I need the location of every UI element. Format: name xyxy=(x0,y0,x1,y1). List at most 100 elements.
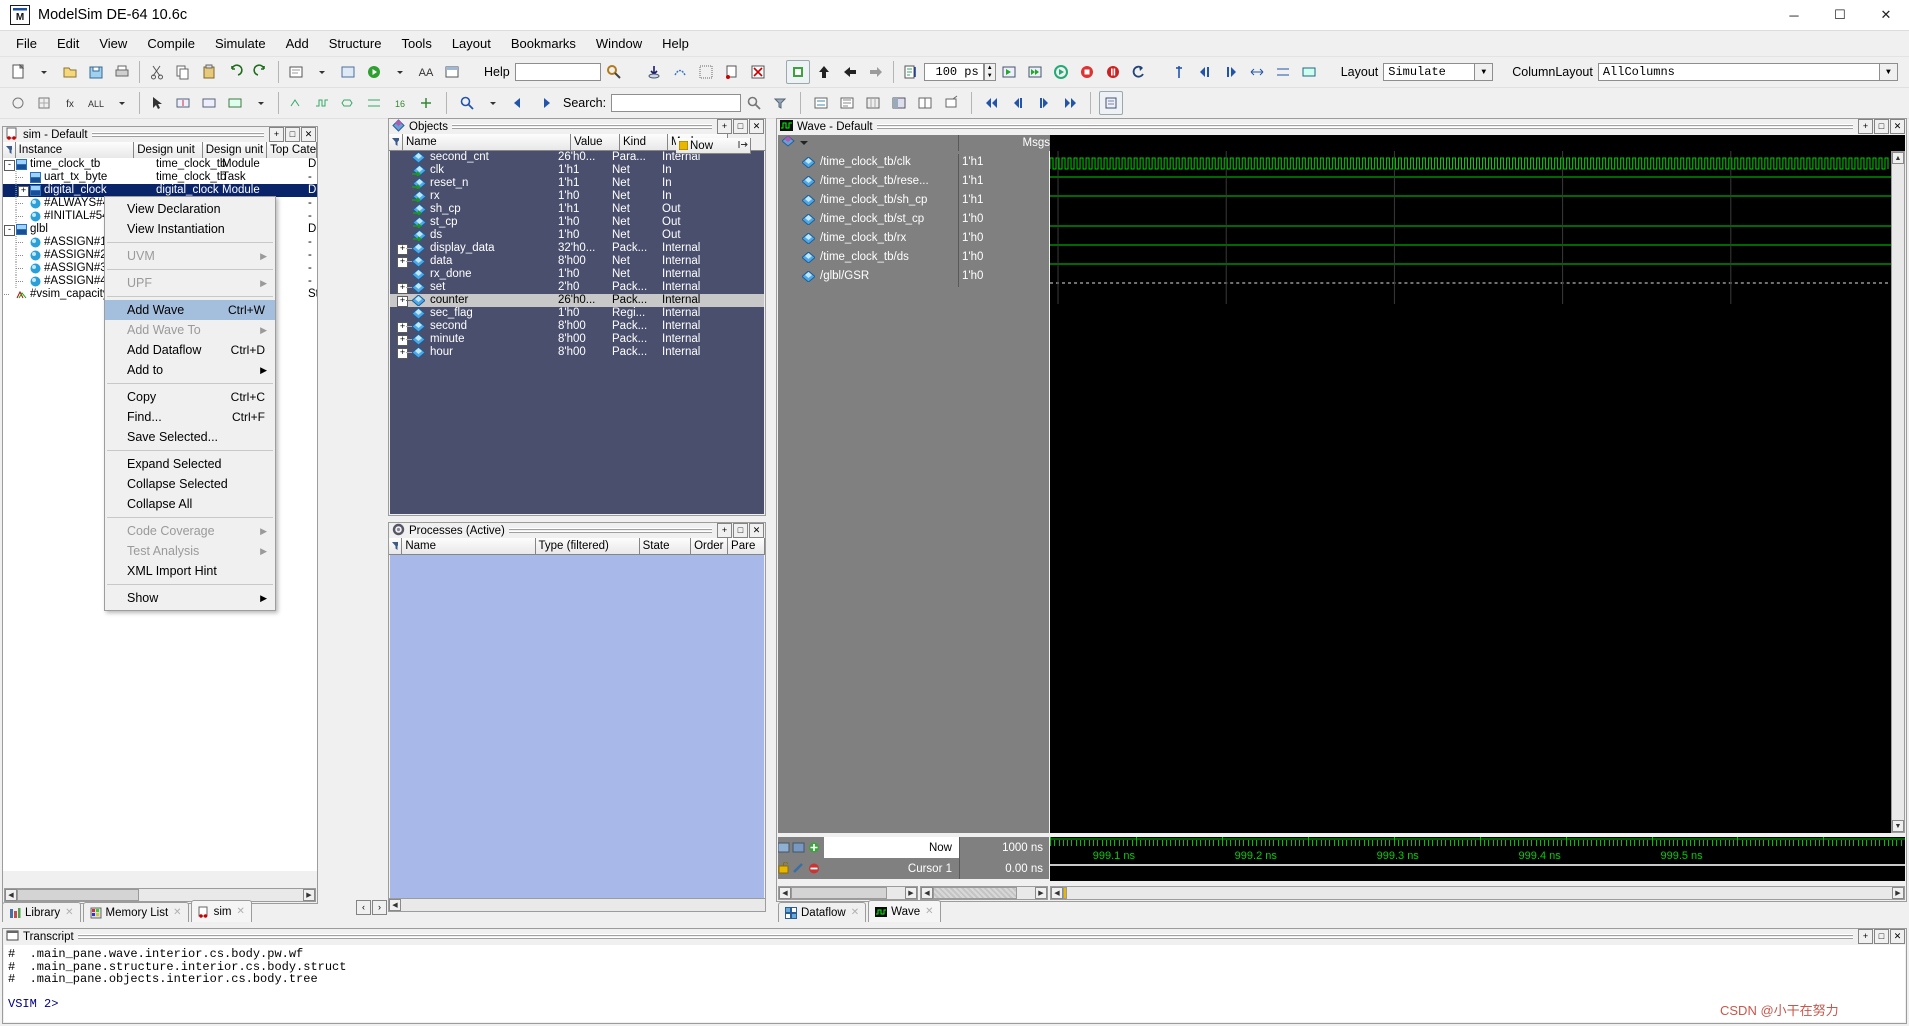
sim-col-1[interactable]: Design unit xyxy=(134,142,203,158)
objects-row[interactable]: ds 1'h0 Net Out xyxy=(390,229,764,242)
wave-canvas-hscroll-right-button[interactable]: ▶ xyxy=(1892,887,1904,899)
menu-help[interactable]: Help xyxy=(652,33,699,54)
waveform-dock-icon[interactable] xyxy=(887,91,911,115)
objects-row[interactable]: clk 1'h1 Net In xyxy=(390,164,764,177)
redo-icon[interactable] xyxy=(249,60,273,84)
insert-cursor-icon[interactable] xyxy=(1167,60,1191,84)
wave-vscroll-down-button[interactable]: ▼ xyxy=(1892,820,1904,832)
objects-row[interactable]: + set 2'h0 Pack... Internal xyxy=(390,281,764,294)
objects-row[interactable]: rx 1'h0 Net In xyxy=(390,190,764,203)
context-menu-item-expand-selected[interactable]: Expand Selected xyxy=(105,454,275,474)
chevron-down-icon-layout[interactable]: ▼ xyxy=(1474,64,1493,80)
restart-icon[interactable] xyxy=(720,60,744,84)
compile-icon[interactable] xyxy=(284,60,308,84)
run-icon[interactable] xyxy=(997,60,1021,84)
objects-row[interactable]: + counter 26'h0... Pack... Internal xyxy=(390,294,764,307)
objects-row[interactable]: rx_done 1'h0 Net Internal xyxy=(390,268,764,281)
chevron-down-icon-new[interactable] xyxy=(32,60,56,84)
waveform-undock-icon[interactable] xyxy=(939,91,963,115)
wave-canvas[interactable] xyxy=(1050,151,1891,833)
run-length-icon[interactable] xyxy=(899,60,923,84)
proc-col-4[interactable]: Pare xyxy=(728,538,765,554)
proc-col-1[interactable]: Type (filtered) xyxy=(535,538,640,554)
expand-signal-icon[interactable] xyxy=(1245,60,1269,84)
wave-signal-row[interactable]: /time_clock_tb/rx 1'h0 xyxy=(778,230,1049,249)
menu-window[interactable]: Window xyxy=(586,33,652,54)
sim-panel-close-button[interactable]: ✕ xyxy=(301,127,316,142)
window-list-icon[interactable] xyxy=(440,60,464,84)
obj-col-1[interactable]: Value xyxy=(571,134,620,150)
simulate-again-icon[interactable] xyxy=(785,60,810,84)
cursor-select-icon[interactable] xyxy=(6,91,30,115)
transcript-body[interactable]: # .main_pane.wave.interior.cs.body.pw.wf… xyxy=(4,945,1905,1022)
find-prev-icon[interactable] xyxy=(1193,60,1217,84)
objects-row[interactable]: + second 8'h00 Pack... Internal xyxy=(390,320,764,333)
objects-row-expander[interactable]: + xyxy=(397,296,408,307)
left-tabs-next-button[interactable]: › xyxy=(372,900,387,915)
edit-format-icon[interactable]: fx xyxy=(58,91,82,115)
undo-icon[interactable] xyxy=(223,60,247,84)
objects-list[interactable]: second_cnt 26'h0... Para... Internal clk 1'h1… xyxy=(390,151,764,514)
wave-signal-row[interactable]: /glbl/GSR 1'h0 xyxy=(778,268,1049,287)
find-icon[interactable] xyxy=(455,91,479,115)
objects-panel-close-button[interactable]: ✕ xyxy=(749,119,764,134)
center-hscrollbar[interactable]: ◀ xyxy=(388,898,766,912)
objects-row[interactable]: sec_flag 1'h0 Regi... Internal xyxy=(390,307,764,320)
close-button[interactable]: ✕ xyxy=(1863,0,1909,30)
sim-col-3[interactable]: Top Categor xyxy=(267,142,317,158)
compile-all-icon[interactable] xyxy=(336,60,360,84)
wave-signal-row[interactable]: /time_clock_tb/st_cp 1'h0 xyxy=(778,211,1049,230)
left-tab-sim[interactable]: sim ✕ xyxy=(190,900,252,922)
wave-vscroll-track[interactable] xyxy=(1892,164,1904,820)
menu-file[interactable]: File xyxy=(6,33,47,54)
break-sim-icon[interactable] xyxy=(1101,60,1125,84)
step-over-icon[interactable] xyxy=(668,60,692,84)
delete-wave-icon[interactable] xyxy=(746,60,770,84)
context-menu[interactable]: View Declaration View Instantiation UVM ▶ UP… xyxy=(104,196,276,611)
prev-step-icon[interactable] xyxy=(1006,91,1030,115)
left-tabs-prev-button[interactable]: ‹ xyxy=(356,900,371,915)
tree-expander[interactable]: - xyxy=(4,160,15,171)
chevron-down-icon-find[interactable] xyxy=(481,91,505,115)
new-file-icon[interactable] xyxy=(6,60,30,84)
right-tab-dataflow[interactable]: Dataflow ✕ xyxy=(778,902,867,922)
tab-close-icon[interactable]: ✕ xyxy=(65,907,73,918)
tab-close-icon[interactable]: ✕ xyxy=(851,907,859,918)
left-tab-library[interactable]: Library ✕ xyxy=(2,902,81,922)
find-next2-icon[interactable] xyxy=(533,91,557,115)
context-menu-item-view-declaration[interactable]: View Declaration xyxy=(105,199,275,219)
proc-col-3[interactable]: Order xyxy=(691,538,729,554)
context-menu-item-view-instantiation[interactable]: View Instantiation xyxy=(105,219,275,239)
wave-signal-row[interactable]: /time_clock_tb/ds 1'h0 xyxy=(778,249,1049,268)
zoom-in-wave-icon[interactable] xyxy=(171,91,195,115)
waveform-list-icon[interactable] xyxy=(835,91,859,115)
find-next-icon[interactable] xyxy=(1219,60,1243,84)
objects-row-expander[interactable]: + xyxy=(397,335,408,346)
continue-icon[interactable] xyxy=(1049,60,1073,84)
step-up-icon[interactable] xyxy=(812,60,836,84)
sim-filter-icon[interactable] xyxy=(3,142,16,158)
context-menu-item-add-wave[interactable]: Add Wave Ctrl+W xyxy=(105,300,275,320)
search-filter-icon[interactable] xyxy=(768,91,792,115)
stop-icon[interactable] xyxy=(1075,60,1099,84)
context-menu-item-show[interactable]: Show ▶ xyxy=(105,588,275,608)
objects-row-expander[interactable]: + xyxy=(397,257,408,268)
objects-row[interactable]: reset_n 1'h1 Net In xyxy=(390,177,764,190)
processes-panel-close-button[interactable]: ✕ xyxy=(749,523,764,538)
minimize-button[interactable]: ─ xyxy=(1771,0,1817,30)
step-back-icon[interactable] xyxy=(838,60,862,84)
context-menu-item-save-selected[interactable]: Save Selected... xyxy=(105,427,275,447)
wave-vscroll-up-button[interactable]: ▲ xyxy=(1892,152,1904,164)
menu-add[interactable]: Add xyxy=(276,33,319,54)
help-search-input[interactable] xyxy=(514,63,601,81)
select-all-icon[interactable]: ALL xyxy=(84,91,108,115)
menu-compile[interactable]: Compile xyxy=(137,33,205,54)
wave-compare-icon[interactable] xyxy=(362,91,386,115)
context-menu-item-collapse-all[interactable]: Collapse All xyxy=(105,494,275,514)
center-hscroll-left-button[interactable]: ◀ xyxy=(389,899,401,911)
menu-simulate[interactable]: Simulate xyxy=(205,33,276,54)
context-menu-item-copy[interactable]: Copy Ctrl+C xyxy=(105,387,275,407)
save-icon[interactable] xyxy=(84,60,108,84)
coverage-icon[interactable] xyxy=(694,60,718,84)
sim-tree-row[interactable]: -time_clock_tbtime_clock_tbModuleDU Inst… xyxy=(3,158,317,171)
